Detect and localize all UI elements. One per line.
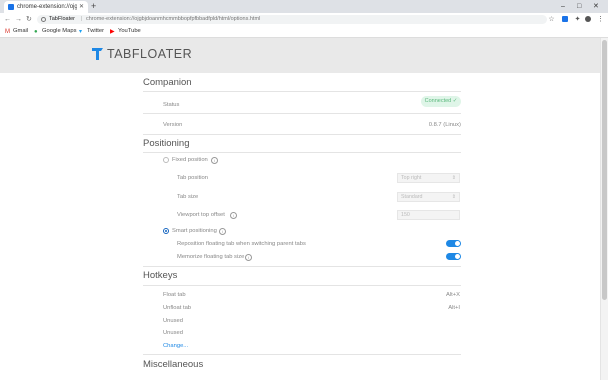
reposition-label: Reposition floating tab when switching p… xyxy=(177,241,306,247)
divider xyxy=(143,266,461,267)
new-tab-button[interactable]: + xyxy=(91,0,96,13)
status-badge: Connected ✓ xyxy=(421,96,461,107)
tab-close-icon[interactable]: ✕ xyxy=(79,1,84,13)
divider xyxy=(143,113,461,114)
bookmark-label: YouTube xyxy=(118,28,141,34)
info-icon[interactable]: i xyxy=(211,157,218,164)
profile-avatar-icon[interactable] xyxy=(585,16,591,22)
info-icon[interactable]: i xyxy=(230,212,237,219)
browser-tab[interactable]: chrome-extension://ojgb ✕ xyxy=(4,1,88,13)
viewport-offset-input[interactable]: 150 xyxy=(397,210,460,220)
positioning-section-title: Positioning xyxy=(143,138,190,149)
hotkey-label: Float tab xyxy=(163,292,186,298)
tabfloater-extension-icon[interactable] xyxy=(562,16,568,22)
hotkey-value: Alt+X xyxy=(445,292,460,298)
scrollbar-thumb[interactable] xyxy=(602,40,607,300)
forward-arrow-icon[interactable]: → xyxy=(15,13,22,26)
hotkey-label: Unused xyxy=(163,330,183,336)
page-header xyxy=(0,38,600,73)
memorize-size-label: Memorize floating tab size xyxy=(177,254,245,260)
bookmarks-bar: M Gmail ● Google Maps ▾ Twitter ▶ YouTube xyxy=(0,26,608,38)
bookmark-label: Twitter xyxy=(87,28,105,34)
hotkey-value: Alt+I xyxy=(448,305,460,311)
reposition-toggle[interactable] xyxy=(446,240,461,247)
bookmark-gmail[interactable]: M Gmail xyxy=(5,26,28,37)
tab-title: chrome-extension://ojgb xyxy=(17,4,77,10)
extension-puzzle-icon[interactable]: ✦ xyxy=(574,16,581,23)
gmail-icon: M xyxy=(5,29,10,35)
bookmark-star-icon[interactable]: ☆ xyxy=(548,16,555,23)
divider xyxy=(143,134,461,135)
version-value: 0.8.7 (Linux) xyxy=(428,122,461,128)
page-scrollbar[interactable] xyxy=(600,38,608,380)
address-site-name: TabFloater xyxy=(49,16,75,22)
fixed-position-label: Fixed position xyxy=(172,157,208,163)
reload-icon[interactable]: ↻ xyxy=(26,13,32,26)
hotkey-label: Unfloat tab xyxy=(163,305,192,311)
minimize-icon[interactable]: – xyxy=(561,0,565,13)
chevron-updown-icon: ⇕ xyxy=(451,194,456,200)
tab-size-select[interactable]: Standard ⇕ xyxy=(397,192,460,202)
viewport-offset-label: Viewport top offset xyxy=(177,212,225,218)
viewport-offset-value: 150 xyxy=(401,212,410,218)
tab-size-value: Standard xyxy=(401,194,423,200)
divider xyxy=(143,285,461,286)
tab-position-value: Top right xyxy=(401,175,422,181)
browser-tab-strip: chrome-extension://ojgb ✕ + – □ ✕ xyxy=(0,0,608,13)
companion-section-title: Companion xyxy=(143,77,192,88)
version-label: Version xyxy=(163,122,183,128)
back-arrow-icon[interactable]: ← xyxy=(4,13,11,26)
browser-toolbar: ← → ↻ TabFloater | chrome-extension://oj… xyxy=(0,13,608,26)
bookmark-google-maps[interactable]: ● Google Maps xyxy=(34,26,76,37)
bookmark-twitter[interactable]: ▾ Twitter xyxy=(79,26,104,37)
bookmark-youtube[interactable]: ▶ YouTube xyxy=(110,26,141,37)
memorize-size-toggle[interactable] xyxy=(446,253,461,260)
chrome-menu-icon[interactable]: ⋮ xyxy=(597,16,604,23)
youtube-icon: ▶ xyxy=(110,29,115,35)
site-info-icon[interactable] xyxy=(41,17,46,22)
info-icon[interactable]: i xyxy=(219,228,226,235)
status-label: Status xyxy=(163,102,180,108)
bookmark-label: Google Maps xyxy=(42,28,77,34)
change-hotkeys-link[interactable]: Change... xyxy=(163,342,188,350)
tab-size-label: Tab size xyxy=(177,194,199,200)
maximize-icon[interactable]: □ xyxy=(577,0,581,13)
divider xyxy=(143,354,461,355)
window-close-icon[interactable]: ✕ xyxy=(593,0,599,13)
maps-icon: ● xyxy=(34,29,38,35)
chevron-updown-icon: ⇕ xyxy=(451,175,456,181)
miscellaneous-section-title: Miscellaneous xyxy=(143,359,204,370)
tab-position-label: Tab position xyxy=(177,175,208,181)
tab-position-select[interactable]: Top right ⇕ xyxy=(397,173,460,183)
address-separator: | xyxy=(81,16,83,22)
info-icon[interactable]: i xyxy=(245,254,252,261)
smart-positioning-label: Smart positioning xyxy=(172,228,217,234)
smart-positioning-radio[interactable] xyxy=(163,228,169,234)
tabfloater-logo-icon xyxy=(92,48,103,60)
app-logo-text: TABFLOATER xyxy=(107,47,193,61)
tab-favicon-icon xyxy=(8,4,14,10)
divider xyxy=(143,91,461,92)
bookmark-label: Gmail xyxy=(13,28,29,34)
fixed-position-radio[interactable] xyxy=(163,157,169,163)
hotkey-label: Unused xyxy=(163,318,183,324)
hotkeys-section-title: Hotkeys xyxy=(143,270,178,281)
twitter-icon: ▾ xyxy=(79,29,83,35)
address-url: chrome-extension://ojgbjdoanmhcmmbbopfpf… xyxy=(86,16,261,22)
divider xyxy=(143,152,461,153)
address-bar[interactable]: TabFloater | chrome-extension://ojgbjdoa… xyxy=(37,15,547,24)
